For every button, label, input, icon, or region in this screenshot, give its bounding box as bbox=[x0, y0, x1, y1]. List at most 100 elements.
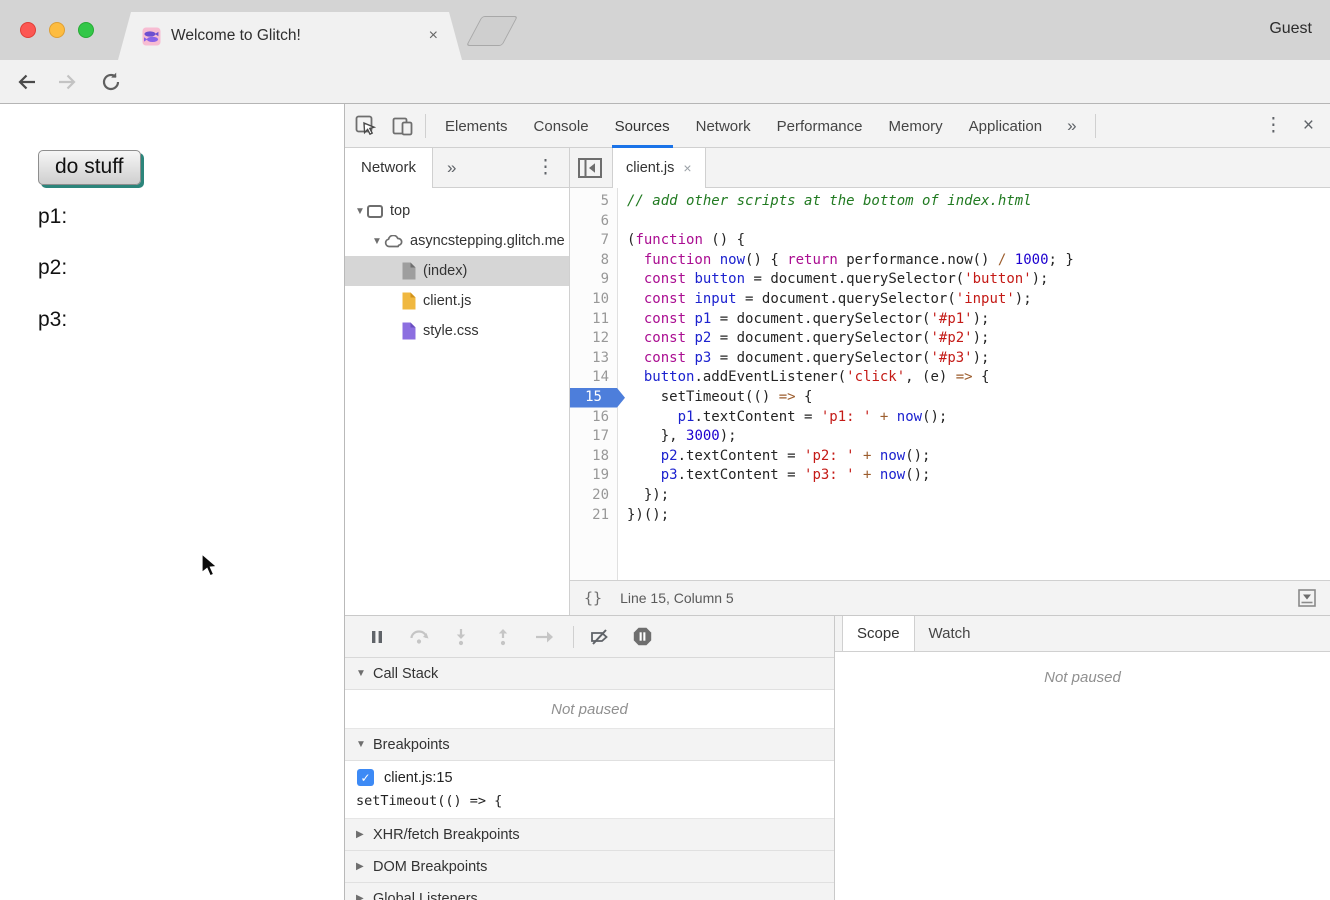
line-number[interactable]: 10 bbox=[570, 290, 618, 310]
expand-arrow-icon[interactable]: ▼ bbox=[370, 236, 384, 247]
tree-item-style-css[interactable]: style.css bbox=[345, 316, 569, 346]
tree-item-label: top bbox=[390, 203, 410, 219]
pause-script-icon[interactable] bbox=[367, 627, 387, 647]
section-header-xhr-fetch-breakpoints[interactable]: ▶XHR/fetch Breakpoints bbox=[345, 819, 834, 851]
expand-arrow-icon[interactable]: ▼ bbox=[353, 206, 367, 217]
line-number[interactable]: 17 bbox=[570, 427, 618, 447]
code-line-15[interactable]: 15 setTimeout(() => { bbox=[570, 388, 1330, 408]
devtools-tab-performance[interactable]: Performance bbox=[764, 104, 876, 148]
breakpoint-marker[interactable]: 15 bbox=[570, 388, 625, 408]
tree-item-asyncstepping-glitch-me[interactable]: ▼asyncstepping.glitch.me bbox=[345, 226, 569, 256]
browser-tabstrip: Welcome to Glitch! × Guest bbox=[0, 0, 1330, 60]
code-area[interactable]: 5// add other scripts at the bottom of i… bbox=[570, 188, 1330, 580]
devtools-tab-network[interactable]: Network bbox=[683, 104, 764, 148]
code-line-13[interactable]: 13 const p3 = document.querySelector('#p… bbox=[570, 349, 1330, 369]
line-number[interactable]: 11 bbox=[570, 310, 618, 330]
editor-tab-clientjs[interactable]: client.js × bbox=[612, 148, 706, 188]
minimize-window-button[interactable] bbox=[49, 22, 65, 38]
line-number[interactable]: 18 bbox=[570, 447, 618, 467]
code-line-16[interactable]: 16 p1.textContent = 'p1: ' + now(); bbox=[570, 408, 1330, 428]
section-header-dom-breakpoints[interactable]: ▶DOM Breakpoints bbox=[345, 851, 834, 883]
pretty-print-icon[interactable]: {} bbox=[584, 589, 602, 607]
tree-item-client-js[interactable]: client.js bbox=[345, 286, 569, 316]
show-drawer-icon[interactable] bbox=[1298, 589, 1316, 607]
code-line-8[interactable]: 8 function now() { return performance.no… bbox=[570, 251, 1330, 271]
code-line-18[interactable]: 18 p2.textContent = 'p2: ' + now(); bbox=[570, 447, 1330, 467]
sources-navigator: Network » ⋮ ▼ top ▼asyncstepping.glitch.me… bbox=[345, 148, 570, 615]
line-number[interactable]: 19 bbox=[570, 466, 618, 486]
devtools-tab-application[interactable]: Application bbox=[956, 104, 1055, 148]
code-line-6[interactable]: 6 bbox=[570, 212, 1330, 232]
reload-icon[interactable] bbox=[99, 70, 123, 94]
code-text: (function () { bbox=[618, 231, 745, 251]
breakpoint-entry[interactable]: ✓ client.js:15setTimeout(() => { bbox=[345, 761, 834, 819]
line-number[interactable]: 9 bbox=[570, 270, 618, 290]
code-line-12[interactable]: 12 const p2 = document.querySelector('#p… bbox=[570, 329, 1330, 349]
line-number[interactable]: 12 bbox=[570, 329, 618, 349]
scope-tab-scope[interactable]: Scope bbox=[842, 616, 915, 651]
deactivate-breakpoints-icon[interactable] bbox=[590, 627, 610, 647]
code-line-7[interactable]: 7(function () { bbox=[570, 231, 1330, 251]
line-number[interactable]: 13 bbox=[570, 349, 618, 369]
triangle-down-icon: ▼ bbox=[356, 739, 373, 750]
fullscreen-window-button[interactable] bbox=[78, 22, 94, 38]
line-number[interactable]: 16 bbox=[570, 408, 618, 428]
debugger-sections: ▼Call StackNot paused▼Breakpoints✓client… bbox=[345, 658, 834, 900]
section-header-breakpoints[interactable]: ▼Breakpoints bbox=[345, 729, 834, 761]
code-line-9[interactable]: 9 const button = document.querySelector(… bbox=[570, 270, 1330, 290]
close-window-button[interactable] bbox=[20, 22, 36, 38]
editor-tab-close-icon[interactable]: × bbox=[683, 160, 691, 176]
navigator-tab-network[interactable]: Network bbox=[345, 148, 433, 188]
tree-item--index-[interactable]: (index) bbox=[345, 256, 569, 286]
code-line-10[interactable]: 10 const input = document.querySelector(… bbox=[570, 290, 1330, 310]
line-number[interactable]: 15 bbox=[570, 388, 618, 408]
devtools-close-icon[interactable]: × bbox=[1297, 115, 1330, 137]
do-stuff-button[interactable]: do stuff bbox=[38, 150, 141, 185]
line-number[interactable]: 21 bbox=[570, 506, 618, 526]
code-line-5[interactable]: 5// add other scripts at the bottom of i… bbox=[570, 192, 1330, 212]
code-line-20[interactable]: 20 }); bbox=[570, 486, 1330, 506]
forward-icon[interactable] bbox=[55, 70, 79, 94]
devtools-tab-console[interactable]: Console bbox=[521, 104, 602, 148]
code-line-17[interactable]: 17 }, 3000); bbox=[570, 427, 1330, 447]
line-number[interactable]: 6 bbox=[570, 212, 618, 232]
file-purple-icon bbox=[401, 322, 416, 340]
breakpoint-location-label[interactable]: client.js:15 bbox=[384, 770, 453, 786]
inspect-element-icon[interactable] bbox=[348, 111, 382, 141]
line-number[interactable]: 8 bbox=[570, 251, 618, 271]
section-header-global-listeners[interactable]: ▶Global Listeners bbox=[345, 883, 834, 900]
devtools-tab-sources[interactable]: Sources bbox=[602, 104, 683, 148]
tab-close-icon[interactable]: × bbox=[429, 28, 438, 44]
step-icon[interactable] bbox=[535, 627, 555, 647]
section-title: XHR/fetch Breakpoints bbox=[373, 827, 520, 843]
section-header-call-stack[interactable]: ▼Call Stack bbox=[345, 658, 834, 690]
code-line-21[interactable]: 21})(); bbox=[570, 506, 1330, 526]
scope-tabbar: ScopeWatch bbox=[835, 616, 1330, 652]
line-number[interactable]: 20 bbox=[570, 486, 618, 506]
collapse-sidebar-icon[interactable] bbox=[578, 158, 602, 178]
code-line-14[interactable]: 14 button.addEventListener('click', (e) … bbox=[570, 368, 1330, 388]
line-number[interactable]: 7 bbox=[570, 231, 618, 251]
devtools-kebab-icon[interactable]: ⋮ bbox=[1250, 114, 1297, 137]
device-toolbar-icon[interactable] bbox=[385, 111, 419, 141]
step-out-icon[interactable] bbox=[493, 627, 513, 647]
scope-tab-watch[interactable]: Watch bbox=[915, 616, 985, 651]
new-tab-button[interactable] bbox=[466, 16, 518, 46]
line-number[interactable]: 5 bbox=[570, 192, 618, 212]
breakpoint-checkbox[interactable]: ✓ bbox=[357, 769, 374, 786]
navigator-kebab-icon[interactable]: ⋮ bbox=[522, 156, 569, 179]
browser-tab[interactable]: Welcome to Glitch! × bbox=[118, 12, 462, 60]
line-number[interactable]: 14 bbox=[570, 368, 618, 388]
step-over-icon[interactable] bbox=[409, 627, 429, 647]
code-line-11[interactable]: 11 const p1 = document.querySelector('#p… bbox=[570, 310, 1330, 330]
tree-item-top[interactable]: ▼ top bbox=[345, 196, 569, 226]
tabs-overflow-chevron[interactable]: » bbox=[1055, 104, 1088, 148]
pause-on-exceptions-icon[interactable] bbox=[632, 627, 652, 647]
code-line-19[interactable]: 19 p3.textContent = 'p3: ' + now(); bbox=[570, 466, 1330, 486]
devtools-tab-elements[interactable]: Elements bbox=[432, 104, 521, 148]
step-into-icon[interactable] bbox=[451, 627, 471, 647]
breakpoint-code-snippet[interactable]: setTimeout(() => { bbox=[345, 786, 834, 809]
navigator-overflow-chevron[interactable]: » bbox=[433, 158, 470, 178]
back-icon[interactable] bbox=[15, 70, 39, 94]
devtools-tab-memory[interactable]: Memory bbox=[876, 104, 956, 148]
